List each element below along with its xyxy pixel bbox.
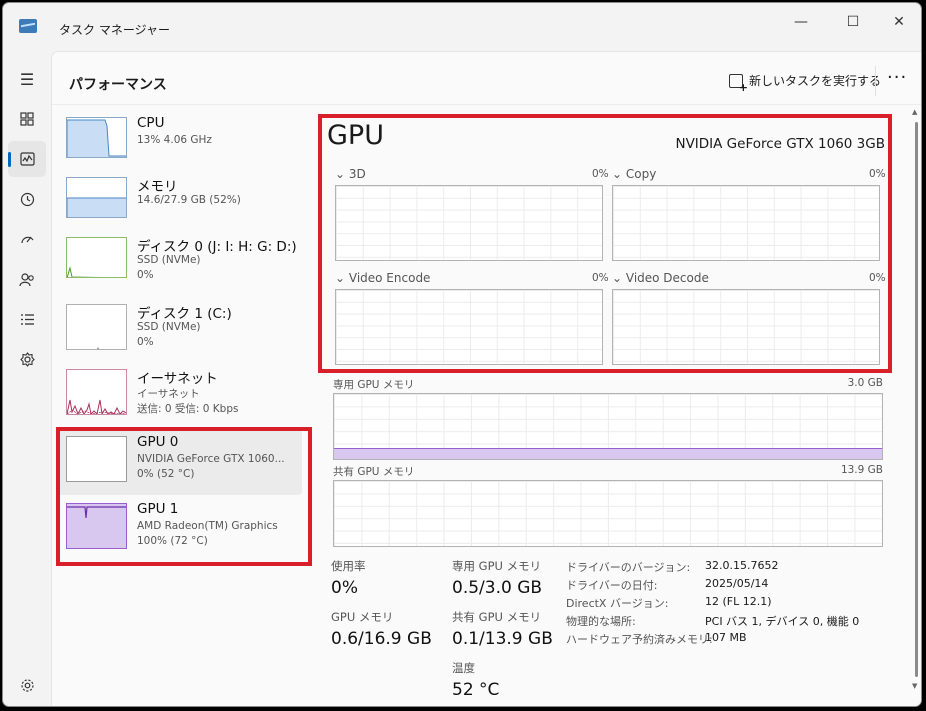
device-detail: 13% 4.06 GHz: [137, 134, 212, 146]
task-manager-window: タスク マネージャー — ☐ ✕ ☰ パフォーマンス + 新しいタスクを実行する…: [2, 2, 922, 707]
dedicated-memory-label: 専用 GPU メモリ: [452, 559, 542, 573]
disk-0-thumbnail-graph: [66, 237, 127, 278]
device-item-memory[interactable]: メモリ 14.6/27.9 GB (52%): [57, 170, 302, 236]
memory-thumbnail-graph: [66, 177, 127, 218]
scroll-down-arrow-icon[interactable]: ▼: [912, 682, 917, 690]
device-item-disk-0[interactable]: ディスク 0 (J: I: H: G: D:) SSD (NVMe) 0%: [57, 230, 302, 296]
device-name: CPU: [137, 115, 165, 131]
dedicated-memory-fill: [334, 447, 882, 459]
directx-version-value: 12 (FL 12.1): [705, 595, 772, 608]
shared-memory-graph-max: 13.9 GB: [840, 464, 883, 476]
cpu-thumbnail-graph: [66, 117, 127, 158]
driver-version-label: ドライバーのバージョン:: [566, 561, 691, 574]
physical-location-value: PCI バス 1, デバイス 0, 機能 0: [705, 615, 860, 628]
driver-version-value: 32.0.15.7652: [705, 559, 779, 572]
temperature-value: 52 °C: [452, 680, 500, 700]
device-usage: 0%: [137, 336, 154, 348]
header-divider: [875, 66, 876, 96]
reserved-memory-value: 107 MB: [705, 631, 747, 644]
navigation-rail: ☰: [3, 51, 51, 706]
minimize-button[interactable]: —: [781, 9, 821, 35]
services-icon[interactable]: [8, 341, 46, 377]
directx-version-label: DirectX バージョン:: [566, 597, 669, 610]
ethernet-thumbnail-graph: [66, 369, 127, 415]
vertical-scrollbar[interactable]: [915, 122, 918, 677]
device-item-ethernet[interactable]: イーサネット イーサネット 送信: 0 受信: 0 Kbps: [57, 362, 302, 428]
header-separator: [52, 104, 921, 105]
dedicated-memory-graph: [333, 393, 883, 460]
close-button[interactable]: ✕: [879, 9, 919, 35]
device-detail: SSD (NVMe): [137, 321, 201, 333]
page-title: パフォーマンス: [69, 77, 167, 93]
driver-date-label: ドライバーの日付:: [566, 579, 658, 592]
driver-date-value: 2025/05/14: [705, 577, 769, 590]
device-name: ディスク 1 (C:): [137, 306, 232, 322]
processes-icon[interactable]: [8, 101, 46, 137]
device-item-cpu[interactable]: CPU 13% 4.06 GHz: [57, 110, 302, 176]
usage-label: 使用率: [331, 559, 366, 573]
device-name: メモリ: [137, 179, 178, 195]
device-name: ディスク 0 (J: I: H: G: D:): [137, 239, 297, 255]
performance-page: パフォーマンス 新しいタスクを実行する ··· CPU 13% 4.06 GHz…: [51, 51, 921, 706]
gpu-memory-label: GPU メモリ: [331, 610, 394, 624]
physical-location-label: 物理的な場所:: [566, 615, 636, 628]
settings-icon[interactable]: [8, 667, 46, 703]
title-bar[interactable]: タスク マネージャー — ☐ ✕: [3, 3, 921, 51]
device-detail: SSD (NVMe): [137, 254, 201, 266]
task-manager-app-icon: [19, 19, 37, 33]
shared-memory-graph: [333, 480, 883, 547]
temperature-label: 温度: [452, 661, 475, 675]
new-task-icon: [729, 73, 748, 94]
shared-memory-label: 共有 GPU メモリ: [452, 610, 542, 624]
usage-value: 0%: [331, 578, 358, 598]
device-detail: 14.6/27.9 GB (52%): [137, 194, 241, 206]
startup-icon[interactable]: [8, 221, 46, 257]
device-item-disk-1[interactable]: ディスク 1 (C:) SSD (NVMe) 0%: [57, 297, 302, 363]
dedicated-memory-graph-label: 専用 GPU メモリ: [333, 379, 415, 391]
shared-memory-value: 0.1/13.9 GB: [452, 629, 553, 649]
dedicated-memory-value: 0.5/3.0 GB: [452, 578, 543, 598]
users-icon[interactable]: [8, 261, 46, 297]
shared-memory-graph-label: 共有 GPU メモリ: [333, 466, 415, 478]
device-detail: イーサネット: [137, 388, 200, 400]
run-new-task-label: 新しいタスクを実行する: [749, 74, 882, 88]
more-options-button[interactable]: ···: [887, 67, 907, 88]
performance-icon[interactable]: [8, 141, 46, 177]
device-throughput: 送信: 0 受信: 0 Kbps: [137, 403, 239, 415]
dedicated-memory-graph-max: 3.0 GB: [847, 377, 883, 389]
disk-1-thumbnail-graph: [66, 304, 127, 350]
gpu-memory-value: 0.6/16.9 GB: [331, 629, 432, 649]
device-usage: 0%: [137, 269, 154, 281]
hamburger-menu-icon[interactable]: ☰: [8, 61, 46, 97]
reserved-memory-label: ハードウェア予約済みメモリ:: [566, 633, 713, 646]
scroll-up-arrow-icon[interactable]: ▲: [912, 108, 917, 116]
window-title: タスク マネージャー: [59, 23, 170, 37]
device-name: イーサネット: [137, 371, 218, 387]
highlight-box-engines: [318, 114, 892, 373]
details-icon[interactable]: [8, 301, 46, 337]
app-history-icon[interactable]: [8, 181, 46, 217]
maximize-button[interactable]: ☐: [833, 9, 873, 35]
run-new-task-button[interactable]: 新しいタスクを実行する: [729, 72, 882, 94]
highlight-box-gpu-list: [56, 427, 312, 566]
